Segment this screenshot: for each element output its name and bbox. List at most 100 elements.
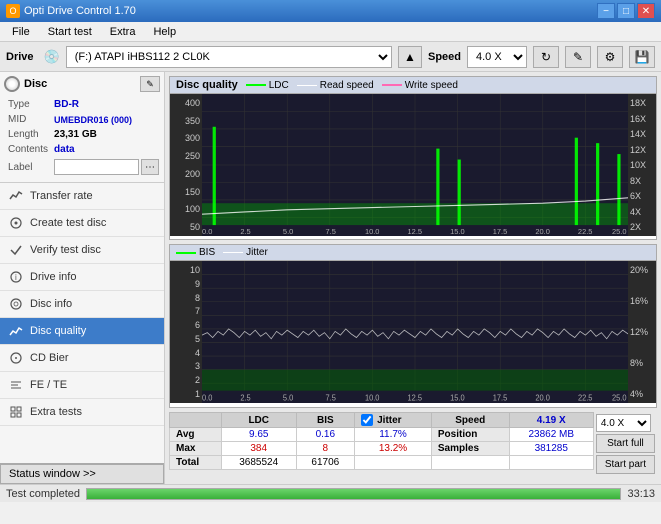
legend-write-speed: Write speed (382, 80, 458, 91)
sidebar-item-transfer-rate[interactable]: Transfer rate (0, 183, 164, 210)
status-window-button[interactable]: Status window >> (0, 463, 164, 484)
svg-text:22.5: 22.5 (578, 227, 593, 236)
svg-text:i: i (15, 273, 17, 282)
svg-text:10.0: 10.0 (365, 393, 380, 403)
sidebar-item-disc-info[interactable]: Disc info (0, 291, 164, 318)
avg-jitter: 11.7% (355, 428, 432, 442)
speed-combo[interactable]: 4.0 X (596, 414, 651, 432)
cd-icon (8, 350, 24, 366)
nav-label-drive-info: Drive info (30, 271, 76, 283)
menu-bar: File Start test Extra Help (0, 22, 661, 42)
check-icon (8, 242, 24, 258)
fe-te-icon (8, 377, 24, 393)
bottom-chart-y-left: 10 9 8 7 6 5 4 3 2 1 (170, 261, 202, 403)
svg-text:15.0: 15.0 (450, 227, 465, 236)
total-bis: 61706 (296, 456, 355, 470)
contents-value: data (52, 143, 161, 156)
speed-select[interactable]: 4.0 X (467, 46, 527, 68)
refresh-button[interactable]: ↻ (533, 46, 559, 68)
type-label: Type (6, 98, 50, 111)
samples-label: Samples (431, 442, 509, 456)
top-chart-header: Disc quality LDC Read speed Write speed (170, 77, 656, 94)
start-part-button[interactable]: Start part (596, 455, 655, 474)
table-row: Max 384 8 13.2% Samples 381285 (170, 442, 594, 456)
stats-table-wrap: LDC BIS Jitter Speed 4.19 X (169, 412, 594, 476)
svg-text:7.5: 7.5 (326, 227, 336, 236)
type-value: BD-R (52, 98, 161, 111)
start-full-button[interactable]: Start full (596, 434, 655, 453)
disc-info-icon (8, 296, 24, 312)
jitter-section: Jitter (361, 414, 425, 426)
save-button[interactable]: 💾 (629, 46, 655, 68)
top-chart-panel: Disc quality LDC Read speed Write speed … (169, 76, 657, 240)
top-chart-y-right: 18X 16X 14X 12X 10X 8X 6X 4X 2X (628, 94, 656, 236)
label-edit-button[interactable]: ⋯ (141, 159, 159, 175)
jitter-checkbox[interactable] (361, 414, 373, 426)
sidebar: Disc ✎ Type BD-R MID UMEBDR016 (000) Len… (0, 72, 165, 484)
length-value: 23,31 GB (52, 128, 161, 141)
sidebar-item-extra-tests[interactable]: Extra tests (0, 399, 164, 426)
sidebar-item-create-test-disc[interactable]: Create test disc (0, 210, 164, 237)
mid-label: MID (6, 113, 50, 126)
disc-icon (4, 76, 20, 92)
main-layout: Disc ✎ Type BD-R MID UMEBDR016 (000) Len… (0, 72, 661, 484)
mid-value: UMEBDR016 (000) (52, 113, 161, 126)
svg-text:20.0: 20.0 (535, 227, 550, 236)
app-icon: O (6, 4, 20, 18)
label-input[interactable] (54, 159, 139, 175)
total-ldc: 3685524 (221, 456, 296, 470)
row-label-avg: Avg (170, 428, 222, 442)
sidebar-item-cd-bier[interactable]: CD Bier (0, 345, 164, 372)
title-bar: O Opti Drive Control 1.70 − □ ✕ (0, 0, 661, 22)
legend-bis-label: BIS (199, 247, 215, 258)
drive-select[interactable]: (F:) ATAPI iHBS112 2 CL0K (66, 46, 392, 68)
svg-text:17.5: 17.5 (493, 393, 508, 403)
menu-file[interactable]: File (4, 24, 38, 40)
max-bis: 8 (296, 442, 355, 456)
legend-read-speed-label: Read speed (320, 80, 374, 91)
drive-icon: 💿 (44, 49, 60, 65)
bottom-chart-main: 0.0 2.5 5.0 7.5 10.0 12.5 15.0 17.5 20.0… (202, 261, 628, 403)
eject-button[interactable]: ▲ (398, 46, 422, 68)
row-label-total: Total (170, 456, 222, 470)
write-button[interactable]: ✎ (565, 46, 591, 68)
disc-panel-title: Disc (24, 78, 47, 90)
nav-label-extra-tests: Extra tests (30, 406, 82, 418)
legend-write-speed-label: Write speed (405, 80, 458, 91)
nav-label-verify-test-disc: Verify test disc (30, 244, 101, 256)
table-row: Avg 9.65 0.16 11.7% Position 23862 MB (170, 428, 594, 442)
close-button[interactable]: ✕ (637, 3, 655, 19)
drive-label: Drive (6, 51, 34, 63)
settings-button[interactable]: ⚙ (597, 46, 623, 68)
svg-text:5.0: 5.0 (283, 393, 294, 403)
sidebar-item-verify-test-disc[interactable]: Verify test disc (0, 237, 164, 264)
svg-text:2.5: 2.5 (240, 227, 250, 236)
length-label: Length (6, 128, 50, 141)
svg-text:12.5: 12.5 (408, 227, 423, 236)
sidebar-item-drive-info[interactable]: i Drive info (0, 264, 164, 291)
menu-help[interactable]: Help (145, 24, 184, 40)
legend-write-speed-color (382, 84, 402, 86)
legend-ldc-label: LDC (269, 80, 289, 91)
minimize-button[interactable]: − (597, 3, 615, 19)
app-title: Opti Drive Control 1.70 (24, 5, 136, 17)
avg-ldc: 9.65 (221, 428, 296, 442)
progress-bar-fill (87, 489, 620, 499)
legend-read-speed: Read speed (297, 80, 374, 91)
bottom-chart-y-right: 20% 16% 12% 8% 4% (628, 261, 656, 403)
samples-value: 381285 (509, 442, 593, 456)
sidebar-item-disc-quality[interactable]: Disc quality (0, 318, 164, 345)
top-chart-title: Disc quality (176, 79, 238, 91)
action-buttons: 4.0 X Start full Start part (594, 412, 657, 476)
maximize-button[interactable]: □ (617, 3, 635, 19)
menu-extra[interactable]: Extra (102, 24, 144, 40)
time-display: 33:13 (627, 488, 655, 500)
table-row: Total 3685524 61706 (170, 456, 594, 470)
disc-edit-button[interactable]: ✎ (140, 76, 160, 92)
nav-label-disc-quality: Disc quality (30, 325, 86, 337)
sidebar-item-fe-te[interactable]: FE / TE (0, 372, 164, 399)
legend-read-speed-color (297, 85, 317, 86)
stats-table: LDC BIS Jitter Speed 4.19 X (169, 412, 594, 470)
menu-start-test[interactable]: Start test (40, 24, 100, 40)
top-chart-y-left: 400 350 300 250 200 150 100 50 (170, 94, 202, 236)
